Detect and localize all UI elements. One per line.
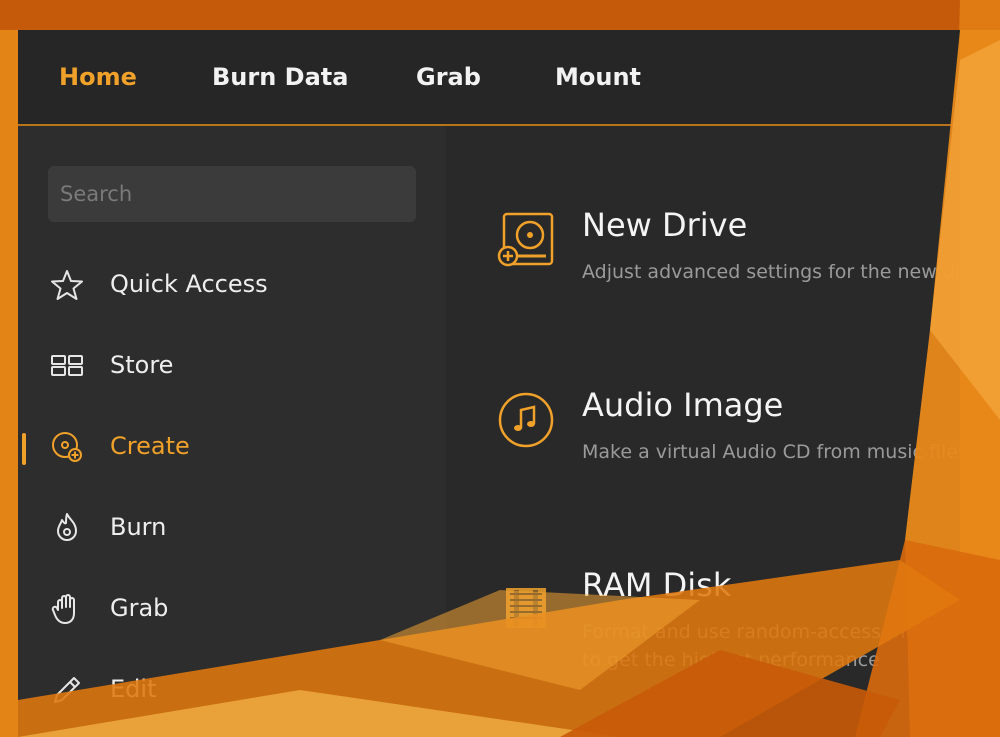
flame-disc-icon (57, 513, 77, 541)
tab-home[interactable]: Home (59, 63, 137, 91)
sidebar-item-create[interactable]: Create (18, 418, 446, 478)
main-content: New Drive Adjust advanced settings for t… (446, 126, 960, 737)
sidebar-item-label: Quick Access (110, 270, 268, 298)
sidebar-item-label: Grab (110, 594, 169, 622)
feature-description: Adjust advanced settings for the new dri… (582, 261, 960, 283)
feature-title: RAM Disk (582, 566, 732, 604)
feature-ram-disk[interactable]: RAM Disk Format and use random-access me… (446, 560, 960, 680)
create-disc-icon (52, 432, 82, 462)
audio-image-icon (498, 392, 554, 448)
sidebar-item-quick-access[interactable]: Quick Access (18, 256, 446, 316)
pencil-icon (54, 677, 80, 703)
feature-title: New Drive (582, 206, 748, 244)
tab-mount[interactable]: Mount (555, 63, 641, 91)
sidebar-item-burn[interactable]: Burn (18, 499, 446, 559)
sidebar-item-label: Store (110, 351, 174, 379)
feature-title: Audio Image (582, 386, 784, 424)
sidebar: Quick Access Store Create (18, 126, 446, 737)
ram-disk-icon (506, 588, 546, 628)
new-drive-icon (497, 212, 554, 267)
hand-icon (51, 594, 75, 624)
star-icon (51, 270, 83, 300)
sidebar-item-label: Burn (110, 513, 167, 541)
sidebar-item-store[interactable]: Store (18, 337, 446, 397)
sidebar-item-edit[interactable]: Edit (18, 661, 446, 721)
sidebar-item-label: Edit (110, 675, 157, 703)
feature-description: Format and use random-access memory (582, 621, 960, 643)
search-input[interactable] (48, 166, 416, 222)
tab-grab[interactable]: Grab (416, 63, 481, 91)
feature-new-drive[interactable]: New Drive Adjust advanced settings for t… (446, 200, 960, 320)
active-indicator (22, 433, 26, 465)
grid-icon (51, 355, 83, 376)
tab-burn-data[interactable]: Burn Data (212, 63, 348, 91)
feature-description-line2: to get the highest performance (582, 649, 880, 671)
app-window: Home Burn Data Grab Mount Quick Access S… (18, 30, 960, 737)
sidebar-item-label: Create (110, 432, 190, 460)
sidebar-item-grab[interactable]: Grab (18, 580, 446, 640)
top-navigation: Home Burn Data Grab Mount (18, 30, 960, 126)
feature-audio-image[interactable]: Audio Image Make a virtual Audio CD from… (446, 380, 960, 500)
feature-description: Make a virtual Audio CD from music files (582, 441, 960, 463)
